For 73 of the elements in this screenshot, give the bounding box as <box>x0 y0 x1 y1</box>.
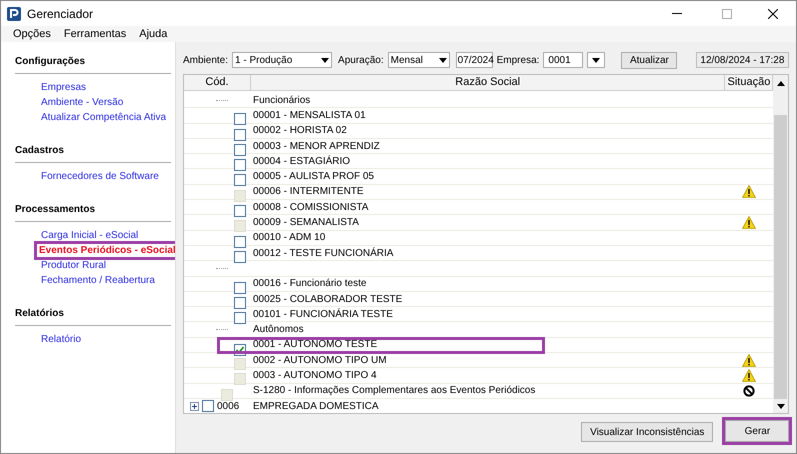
field-label: Apuração: <box>338 54 384 68</box>
employee-name: 00016 - Funcionário teste <box>252 277 366 290</box>
employee-name: 00006 - INTERMITENTE <box>252 185 364 198</box>
employee-name: 00101 - FUNCIONÁRIA TESTE <box>252 308 393 321</box>
caret-down-icon[interactable] <box>321 58 330 62</box>
checkbox[interactable] <box>234 282 246 294</box>
checkbox[interactable] <box>234 174 246 186</box>
ambiente-dropdown[interactable]: 1 - Produção <box>232 52 332 68</box>
field-label: Empresa: <box>496 54 540 68</box>
empresa-field[interactable]: 0001 <box>543 52 584 68</box>
checkbox[interactable] <box>234 296 246 309</box>
sidebar-link[interactable]: Fechamento / Reabertura <box>41 274 155 287</box>
company-name: EMPREGADA DOMESTICA <box>252 400 379 413</box>
company-code: 0006 <box>217 400 240 413</box>
caret-down-icon[interactable] <box>438 58 447 62</box>
employee-name: 00002 - HORISTA 02 <box>252 124 347 138</box>
sidebar-link[interactable]: Carga Inicial - eSocial <box>41 229 138 242</box>
caret-down-icon[interactable] <box>776 404 785 408</box>
menu-item[interactable]: Opções <box>13 26 51 42</box>
sidebar-link[interactable]: Empresas <box>41 81 86 94</box>
section-title: Configurações <box>15 54 171 74</box>
employee-name: 00009 - SEMANALISTA <box>252 216 359 230</box>
checkbox[interactable] <box>234 312 246 324</box>
employee-name: 00001 - MENSALISTA 01 <box>252 108 366 122</box>
dropdown-button[interactable] <box>587 52 606 68</box>
caret-down-icon[interactable] <box>592 58 600 62</box>
atualizar-button[interactable]: Atualizar <box>621 52 678 68</box>
scroll-up-icon[interactable] <box>776 80 785 86</box>
checkbox[interactable] <box>234 236 246 248</box>
sidebar-link[interactable]: Ambiente - Versão <box>41 96 124 109</box>
employee-name: 00025 - COLABORADOR TESTE <box>252 292 402 306</box>
menu-item[interactable]: Ajuda <box>139 26 168 42</box>
employee-name: 00012 - TESTE FUNCIONÁRIA <box>252 246 394 260</box>
employee-name: 00005 - AULISTA PROF 05 <box>252 170 374 184</box>
scrollbar[interactable] <box>773 75 788 413</box>
employee-name: 0001 - AUTONOMO TESTE <box>252 338 378 352</box>
group-label: Autônomos <box>252 323 304 336</box>
apuracao-dropdown[interactable]: Mensal <box>388 52 450 68</box>
app-logo-icon <box>7 6 21 20</box>
column-header[interactable]: Cód. <box>184 75 251 90</box>
window-title: Gerenciador <box>27 6 94 22</box>
section-title: Processamentos <box>15 202 171 222</box>
period-field[interactable]: 07/2024 <box>456 52 493 68</box>
sidebar-link[interactable]: Atualizar Competência Ativa <box>41 111 166 124</box>
employee-name: 00004 - ESTAGIÁRIO <box>252 154 350 168</box>
checkbox[interactable] <box>234 128 246 141</box>
sidebar-link[interactable]: Relatório <box>41 333 82 346</box>
employee-name: 0003 - AUTONOMO TIPO 4 <box>252 368 377 382</box>
column-header[interactable]: Razão Social <box>251 75 726 90</box>
datetime-field: 12/08/2024 - 17:28 <box>696 52 790 68</box>
checkbox[interactable] <box>234 113 246 126</box>
field-label: Ambiente: <box>183 54 228 68</box>
sidebar-link[interactable]: Fornecedores de Software <box>41 170 159 183</box>
sidebar-link[interactable]: Produtor Rural <box>41 259 106 272</box>
action-button[interactable]: Gerar <box>725 420 790 442</box>
group-label: Funcionários <box>252 94 310 107</box>
menu-item[interactable]: Ferramentas <box>64 26 126 42</box>
event-name: S-1280 - Informações Complementares aos Eventos Periódicos <box>252 384 536 398</box>
checkbox[interactable] <box>202 400 214 412</box>
employee-name: 00008 - COMISSIONISTA <box>252 200 368 214</box>
employee-name: 0002 - AUTONOMO TIPO UM <box>252 354 387 367</box>
checkbox[interactable] <box>234 250 246 263</box>
section-title: Relatórios <box>15 306 171 326</box>
section-title: Cadastros <box>15 143 171 163</box>
close-icon[interactable] <box>768 8 778 18</box>
sidebar-link[interactable]: Eventos Periódicos - eSocial <box>37 244 178 257</box>
checkbox[interactable] <box>234 159 246 172</box>
checkbox[interactable] <box>234 144 246 156</box>
employee-name: 00010 - ADM 10 <box>252 231 326 244</box>
action-button[interactable]: Visualizar Inconsistências <box>581 422 714 442</box>
checkbox[interactable] <box>234 205 246 218</box>
employee-name: 00003 - MENOR APRENDIZ <box>252 140 380 153</box>
expand-icon[interactable] <box>190 402 199 411</box>
